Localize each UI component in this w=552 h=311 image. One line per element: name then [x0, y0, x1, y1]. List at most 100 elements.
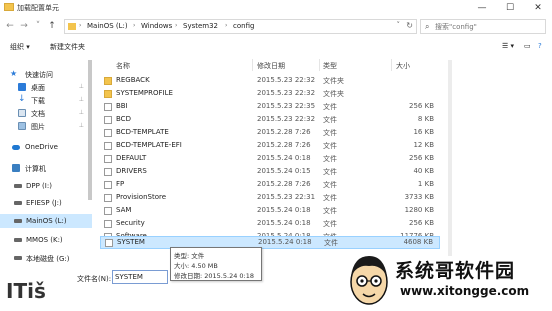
- sidebar-item-label: DPP (I:): [26, 182, 52, 190]
- file-type: 文件夹: [323, 77, 344, 85]
- list-item[interactable]: FP 2015.2.28 7:26 文件 1 KB: [100, 179, 440, 191]
- sidebar-item-pictures[interactable]: 图片 ⊥: [0, 120, 92, 133]
- help-button[interactable]: ?: [538, 42, 542, 50]
- sidebar-item-local-disk-g[interactable]: 本地磁盘 (G:): [0, 252, 92, 265]
- watermark: 系统哥软件园 www.xitongge.com: [340, 250, 552, 311]
- file-name: DEFAULT: [116, 154, 147, 162]
- list-item[interactable]: DEFAULT 2015.5.24 0:18 文件 256 KB: [100, 153, 440, 165]
- sidebar-scrollbar[interactable]: [88, 60, 92, 200]
- column-separator[interactable]: [391, 59, 392, 71]
- breadcrumb-config[interactable]: config: [233, 22, 254, 30]
- sidebar-item-desktop[interactable]: 桌面 ⊥: [0, 81, 92, 94]
- svg-text:ITiš: ITiš: [6, 279, 46, 303]
- drive-icon: [14, 184, 22, 188]
- sidebar-item-label: 图片: [31, 123, 45, 131]
- new-folder-button[interactable]: 新建文件夹: [50, 42, 85, 52]
- breadcrumb-windows[interactable]: Windows: [141, 22, 172, 30]
- chevron-down-icon[interactable]: ˅: [397, 21, 401, 29]
- preview-pane-button[interactable]: ▭: [524, 42, 531, 50]
- sidebar-item-computer[interactable]: 计算机: [0, 162, 92, 175]
- file-name: SAM: [116, 206, 132, 214]
- desktop-icon: [18, 83, 26, 91]
- column-separator[interactable]: [319, 59, 320, 71]
- file-size: 256 KB: [409, 102, 434, 110]
- breadcrumb-mainos[interactable]: MainOS (L:): [87, 22, 128, 30]
- file-icon: [105, 239, 113, 247]
- list-item[interactable]: BBI 2015.5.23 22:35 文件 256 KB: [100, 101, 440, 113]
- folder-icon: [4, 3, 14, 11]
- filename-input[interactable]: [112, 270, 168, 284]
- file-list-scrollbar[interactable]: [448, 60, 452, 256]
- file-size: 1 KB: [417, 180, 434, 188]
- window-title: 加载配置单元: [17, 4, 59, 12]
- column-header-size[interactable]: 大小: [396, 61, 410, 71]
- file-icon: [104, 103, 112, 111]
- sidebar-item-label: 本地磁盘 (G:): [26, 255, 70, 263]
- sidebar-item-dpp[interactable]: DPP (I:): [0, 180, 92, 193]
- file-name: BCD-TEMPLATE-EFI: [116, 141, 182, 149]
- maximize-button[interactable]: ☐: [496, 0, 524, 16]
- minimize-button[interactable]: —: [468, 0, 496, 16]
- sidebar-item-onedrive[interactable]: OneDrive: [0, 141, 92, 154]
- column-separator[interactable]: [252, 59, 253, 71]
- close-button[interactable]: ✕: [524, 0, 552, 16]
- file-type: 文件: [323, 181, 337, 189]
- view-options-button[interactable]: ☰ ▾: [502, 42, 514, 50]
- list-item-selected[interactable]: SYSTEM 2015.5.24 0:18 文件 4608 KB: [100, 236, 440, 249]
- file-name: ProvisionStore: [116, 193, 167, 201]
- refresh-icon[interactable]: ↻: [406, 21, 413, 30]
- list-item[interactable]: SAM 2015.5.24 0:18 文件 1280 KB: [100, 205, 440, 217]
- file-type: 文件夹: [323, 90, 344, 98]
- recent-locations-button[interactable]: ˅: [32, 20, 44, 32]
- pin-icon: ⊥: [78, 122, 84, 129]
- list-item[interactable]: SYSTEMPROFILE 2015.5.23 22:32 文件夹: [100, 88, 440, 100]
- drive-icon: [14, 201, 22, 205]
- sidebar-item-label: 文档: [31, 110, 45, 118]
- file-date: 2015.5.24 0:18: [257, 154, 311, 162]
- file-type: 文件: [324, 239, 338, 247]
- list-item[interactable]: BCD-TEMPLATE-EFI 2015.2.28 7:26 文件 12 KB: [100, 140, 440, 152]
- sidebar-item-mmos[interactable]: MMOS (K:): [0, 234, 92, 247]
- column-header-name[interactable]: 名称: [116, 61, 130, 71]
- watermark-url: www.xitongge.com: [400, 284, 530, 298]
- sidebar-item-quick-access[interactable]: ★ 快速访问: [0, 68, 92, 81]
- file-date: 2015.5.23 22:32: [257, 89, 316, 97]
- back-button[interactable]: ←: [4, 20, 16, 32]
- pin-icon: ⊥: [78, 96, 84, 103]
- address-bar[interactable]: › MainOS (L:) › Windows › System32 › con…: [64, 19, 417, 34]
- star-icon: ★: [10, 69, 18, 78]
- sidebar-item-documents[interactable]: 文档 ⊥: [0, 107, 92, 120]
- file-date: 2015.5.23 22:35: [257, 102, 316, 110]
- breadcrumb-system32[interactable]: System32: [183, 22, 218, 30]
- list-item[interactable]: BCD-TEMPLATE 2015.2.28 7:26 文件 16 KB: [100, 127, 440, 139]
- column-header-date[interactable]: 修改日期: [257, 61, 285, 71]
- organize-button[interactable]: 组织 ▾: [10, 42, 30, 52]
- sidebar-item-mainos[interactable]: MainOS (L:): [0, 214, 92, 228]
- list-item[interactable]: REGBACK 2015.5.23 22:32 文件夹: [100, 75, 440, 87]
- list-item[interactable]: DRIVERS 2015.5.24 0:15 文件 40 KB: [100, 166, 440, 178]
- list-item[interactable]: Security 2015.5.24 0:18 文件 256 KB: [100, 218, 440, 230]
- list-item[interactable]: BCD 2015.5.23 22:32 文件 8 KB: [100, 114, 440, 126]
- sidebar-item-efiesp[interactable]: EFIESP (J:): [0, 197, 92, 210]
- file-size: 12 KB: [413, 141, 434, 149]
- search-box[interactable]: ⌕: [420, 19, 546, 34]
- forward-button[interactable]: →: [18, 20, 30, 32]
- file-icon: [104, 181, 112, 189]
- file-name: BBI: [116, 102, 128, 110]
- file-date: 2015.5.23 22:31: [257, 193, 316, 201]
- search-input[interactable]: [435, 21, 543, 32]
- file-name: DRIVERS: [116, 167, 147, 175]
- column-header-type[interactable]: 类型: [323, 61, 337, 71]
- file-icon: [104, 220, 112, 228]
- drive-icon: [14, 219, 22, 223]
- file-name: REGBACK: [116, 76, 150, 84]
- file-type: 文件: [323, 155, 337, 163]
- up-button[interactable]: ↑: [46, 20, 58, 32]
- folder-icon: [104, 90, 112, 98]
- file-type: 文件: [323, 103, 337, 111]
- file-name: FP: [116, 180, 125, 188]
- sidebar-item-downloads[interactable]: ↓ 下载 ⊥: [0, 94, 92, 107]
- file-size: 16 KB: [413, 128, 434, 136]
- watermark-title: 系统哥软件园: [395, 260, 516, 282]
- list-item[interactable]: ProvisionStore 2015.5.23 22:31 文件 3733 KB: [100, 192, 440, 204]
